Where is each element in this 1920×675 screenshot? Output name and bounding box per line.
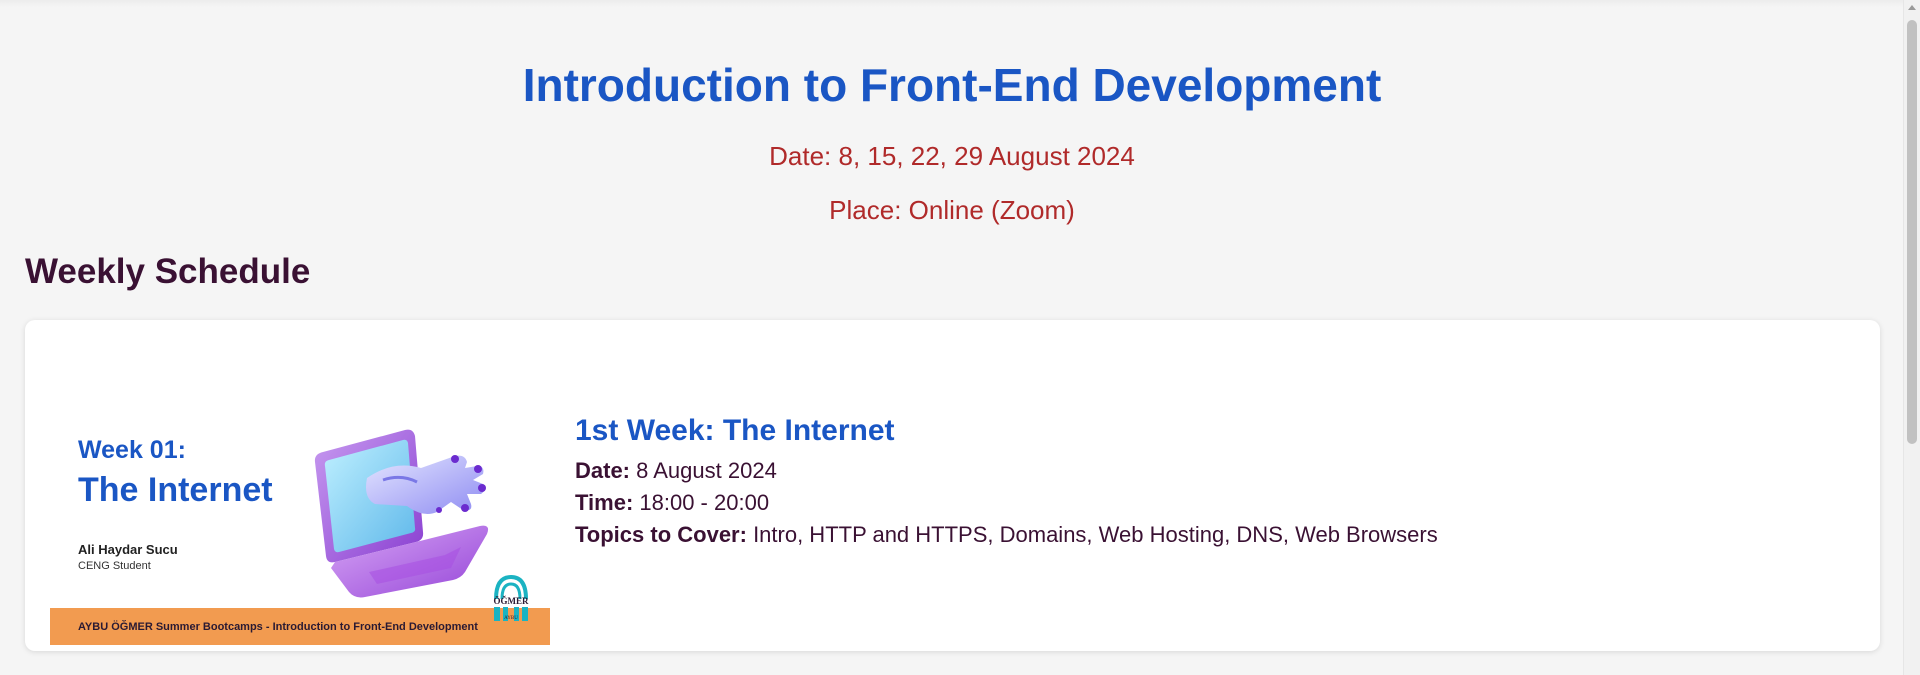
week-details: 1st Week: The Internet Date: 8 August 20… [575, 413, 1845, 551]
banner-topic: The Internet [78, 471, 273, 509]
week-card: Week 01: The Internet Ali Haydar Sucu CE… [25, 320, 1880, 651]
main-content: Introduction to Front-End Development Da… [0, 0, 1904, 675]
scrollbar-thumb[interactable] [1907, 20, 1917, 444]
page: Introduction to Front-End Development Da… [0, 0, 1920, 675]
week-date: Date: 8 August 2024 [575, 455, 1845, 487]
laptop-robot-hand-icon [314, 429, 489, 598]
banner-footer-text: AYBU ÖĞMER Summer Bootcamps - Introducti… [78, 621, 478, 633]
event-date: Date: 8, 15, 22, 29 August 2024 [769, 141, 1135, 171]
scroll-up-arrow-icon[interactable] [1908, 5, 1916, 10]
week-date-value: 8 August 2024 [630, 458, 777, 483]
logo-text: ÖĞMER [494, 596, 529, 606]
week-time-label: Time: [575, 490, 634, 515]
week-banner-image: Week 01: The Internet Ali Haydar Sucu CE… [50, 357, 550, 647]
page-title: Introduction to Front-End Development [522, 59, 1382, 111]
week-time: Time: 18:00 - 20:00 [575, 487, 1845, 519]
week-date-label: Date: [575, 458, 631, 483]
banner-week-label: Week 01: [78, 436, 186, 464]
week-topics-value: Intro, HTTP and HTTPS, Domains, Web Host… [746, 522, 1438, 547]
week-time-value: 18:00 - 20:00 [633, 490, 770, 515]
vertical-scrollbar[interactable] [1903, 0, 1920, 675]
week-title: 1st Week: The Internet [575, 414, 895, 447]
week-topics-label: Topics to Cover: [575, 522, 747, 547]
ogmer-logo-icon: ÖĞMER AYBU [494, 574, 529, 621]
logo-subtext: AYBU [504, 616, 518, 621]
weekly-schedule-heading: Weekly Schedule [25, 252, 311, 291]
week-topics: Topics to Cover: Intro, HTTP and HTTPS, … [575, 519, 1845, 551]
banner-presenter-role: CENG Student [78, 560, 151, 572]
banner-footer: AYBU ÖĞMER Summer Bootcamps - Introducti… [50, 608, 550, 645]
event-place: Place: Online (Zoom) [829, 195, 1075, 225]
banner-presenter: Ali Haydar Sucu [78, 542, 178, 557]
